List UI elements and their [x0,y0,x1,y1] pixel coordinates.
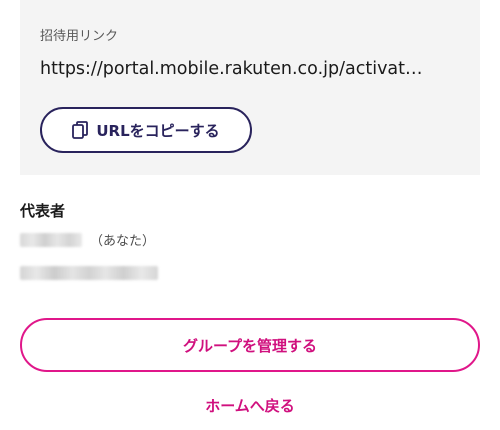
copy-icon [72,121,89,139]
copy-url-button-label: URLをコピーする [96,121,220,140]
page: 招待用リンク https://portal.mobile.rakuten.co.… [0,0,500,430]
invite-link-card: 招待用リンク https://portal.mobile.rakuten.co.… [20,0,480,175]
representative-phone-redacted [20,266,158,280]
representative-name-redacted [20,232,82,247]
representative-name-row: （あなた） [20,230,155,249]
manage-group-button-label: グループを管理する [182,336,318,355]
copy-url-button[interactable]: URLをコピーする [40,107,252,153]
manage-group-button[interactable]: グループを管理する [20,318,480,372]
you-label: （あなた） [90,234,156,249]
back-to-home-link[interactable]: ホームへ戻る [0,395,500,416]
invite-link-url: https://portal.mobile.rakuten.co.jp/acti… [40,59,423,79]
invite-link-label: 招待用リンク [40,29,119,44]
representative-heading: 代表者 [20,202,66,220]
